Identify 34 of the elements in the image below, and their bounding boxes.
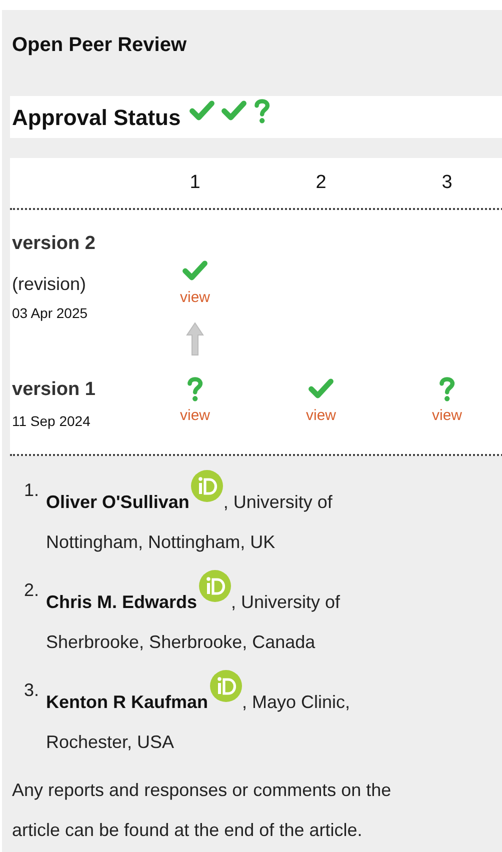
reviewer-affiliation: Rochester, USA bbox=[46, 731, 174, 754]
footer-note: Any reports and responses or comments on the article can be found at the end of the article. bbox=[12, 779, 392, 842]
orcid-icon[interactable] bbox=[191, 470, 224, 502]
view-link[interactable]: view bbox=[180, 288, 210, 308]
view-link[interactable]: view bbox=[306, 406, 336, 426]
list-number: 3. bbox=[24, 679, 40, 702]
reviewer-name: Kenton R Kaufman bbox=[46, 692, 208, 712]
view-link[interactable]: view bbox=[432, 406, 462, 426]
reviewer-affiliation: , University of bbox=[231, 592, 340, 612]
approval-status-label: Approval Status bbox=[12, 104, 181, 132]
question-mark-icon bbox=[252, 98, 271, 124]
list-number: 2. bbox=[24, 579, 40, 602]
reviewer-name: Oliver O'Sullivan bbox=[46, 492, 190, 512]
question-mark-icon bbox=[438, 376, 456, 402]
version-label: version 1 bbox=[12, 378, 96, 402]
column-header: 2 bbox=[316, 172, 326, 193]
version-label: version 2 bbox=[12, 232, 96, 256]
up-arrow-icon bbox=[186, 322, 204, 356]
version-date: 03 Apr 2025 bbox=[12, 304, 88, 322]
reviewer-affiliation: , Mayo Clinic, bbox=[242, 692, 350, 712]
question-mark-icon bbox=[186, 376, 204, 402]
column-header: 1 bbox=[190, 172, 200, 193]
version-note: (revision) bbox=[12, 273, 86, 296]
reviewer-affiliation: Nottingham, Nottingham, UK bbox=[46, 531, 276, 554]
orcid-icon[interactable] bbox=[199, 570, 232, 602]
reviewer-affiliation: , University of bbox=[223, 492, 332, 512]
reviewer-affiliation: Sherbrooke, Sherbrooke, Canada bbox=[46, 631, 316, 654]
view-link[interactable]: view bbox=[180, 406, 210, 426]
list-number: 1. bbox=[24, 479, 40, 502]
orcid-icon[interactable] bbox=[210, 670, 242, 702]
version-date: 11 Sep 2024 bbox=[12, 412, 90, 430]
section-title: Open Peer Review bbox=[11, 33, 188, 58]
reviewer-name: Chris M. Edwards bbox=[46, 592, 198, 612]
column-header: 3 bbox=[442, 172, 452, 193]
